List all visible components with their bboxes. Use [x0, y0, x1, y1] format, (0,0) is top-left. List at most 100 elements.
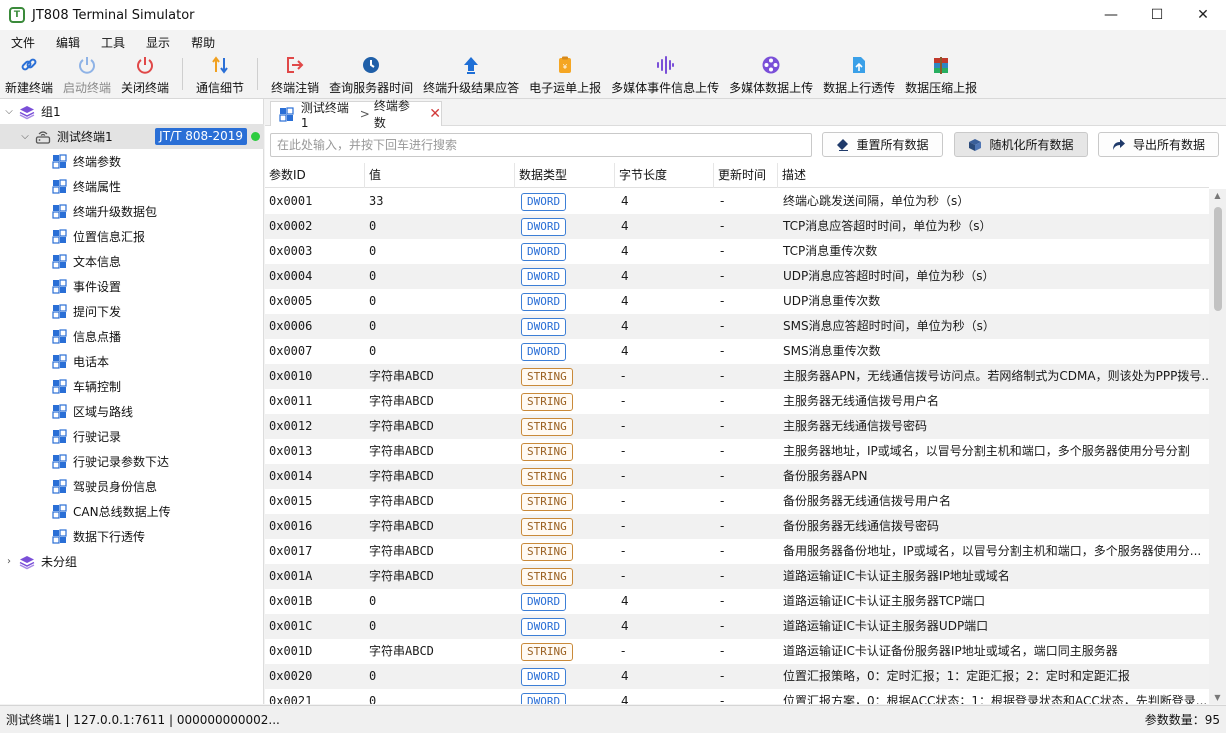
cell-value[interactable]: 0 — [365, 589, 515, 614]
tree-function-item[interactable]: 终端参数 — [0, 149, 264, 174]
table-row[interactable]: 0x0012 字符串ABCD STRING - - 主服务器无线通信拨号密码 — [265, 414, 1209, 439]
cell-value[interactable]: 字符串ABCD — [365, 364, 515, 389]
tree-group-1[interactable]: ⌵ 组1 — [0, 99, 264, 124]
close-window-button[interactable]: ✕ — [1180, 0, 1226, 30]
media-event-button[interactable]: 多媒体事件信息上传 — [606, 52, 724, 96]
table-row[interactable]: 0x0021 0 DWORD 4 - 位置汇报方案，0：根据ACC状态；1：根据登录状态和… — [265, 689, 1209, 704]
cell-value[interactable]: 33 — [365, 189, 515, 214]
cell-value[interactable]: 字符串ABCD — [365, 439, 515, 464]
tree-function-item[interactable]: 信息点播 — [0, 324, 264, 349]
cell-value[interactable]: 字符串ABCD — [365, 639, 515, 664]
logout-button[interactable]: 终端注销 — [266, 52, 324, 96]
cell-value[interactable]: 字符串ABCD — [365, 514, 515, 539]
cell-value[interactable]: 0 — [365, 239, 515, 264]
table-row[interactable]: 0x0013 字符串ABCD STRING - - 主服务器地址，IP或域名，以冒号分割主… — [265, 439, 1209, 464]
stop-terminal-button[interactable]: 关闭终端 — [116, 52, 174, 96]
table-row[interactable]: 0x0011 字符串ABCD STRING - - 主服务器无线通信拨号用户名 — [265, 389, 1209, 414]
tree-function-item[interactable]: 数据下行透传 — [0, 524, 264, 549]
comm-detail-button[interactable]: 通信细节 — [191, 52, 249, 96]
table-row[interactable]: 0x0004 0 DWORD 4 - UDP消息应答超时时间，单位为秒（s） — [265, 264, 1209, 289]
menu-tools[interactable]: 工具 — [90, 34, 135, 51]
chevron-down-icon[interactable]: ⌵ — [3, 106, 15, 117]
table-row[interactable]: 0x0015 字符串ABCD STRING - - 备份服务器无线通信拨号用户名 — [265, 489, 1209, 514]
cell-value[interactable]: 字符串ABCD — [365, 414, 515, 439]
table-row[interactable]: 0x0005 0 DWORD 4 - UDP消息重传次数 — [265, 289, 1209, 314]
cell-value[interactable]: 0 — [365, 689, 515, 704]
scroll-up-icon[interactable]: ▲ — [1209, 191, 1226, 200]
table-row[interactable]: 0x0001 33 DWORD 4 - 终端心跳发送间隔，单位为秒（s） — [265, 189, 1209, 214]
tree-function-item[interactable]: 终端升级数据包 — [0, 199, 264, 224]
search-input[interactable] — [270, 133, 812, 157]
menu-edit[interactable]: 编辑 — [45, 34, 90, 51]
chevron-down-icon[interactable]: ⌵ — [19, 131, 31, 142]
table-row[interactable]: 0x001B 0 DWORD 4 - 道路运输证IC卡认证主服务器TCP端口 — [265, 589, 1209, 614]
column-header-id[interactable]: 参数ID — [265, 163, 365, 188]
query-server-time-button[interactable]: 查询服务器时间 — [324, 52, 418, 96]
cell-value[interactable]: 0 — [365, 289, 515, 314]
cell-value[interactable]: 0 — [365, 314, 515, 339]
table-row[interactable]: 0x0007 0 DWORD 4 - SMS消息重传次数 — [265, 339, 1209, 364]
cell-value[interactable]: 0 — [365, 664, 515, 689]
randomize-all-button[interactable]: 随机化所有数据 — [954, 132, 1088, 157]
table-row[interactable]: 0x0010 字符串ABCD STRING - - 主服务器APN，无线通信拨号访问点。若… — [265, 364, 1209, 389]
minimize-button[interactable]: — — [1088, 0, 1134, 30]
cell-value[interactable]: 字符串ABCD — [365, 539, 515, 564]
new-terminal-button[interactable]: 新建终端 — [0, 52, 58, 96]
column-header-updated[interactable]: 更新时间 — [714, 163, 778, 188]
table-row[interactable]: 0x0020 0 DWORD 4 - 位置汇报策略，0：定时汇报；1：定距汇报；2：定时和… — [265, 664, 1209, 689]
table-row[interactable]: 0x0014 字符串ABCD STRING - - 备份服务器APN — [265, 464, 1209, 489]
upgrade-result-button[interactable]: 终端升级结果应答 — [418, 52, 524, 96]
tree-function-item[interactable]: 文本信息 — [0, 249, 264, 274]
tab-terminal-params[interactable]: 测试终端1 > 终端参数 ✕ — [270, 99, 442, 130]
column-header-type[interactable]: 数据类型 — [515, 163, 615, 188]
table-row[interactable]: 0x0017 字符串ABCD STRING - - 备用服务器备份地址，IP或域名，以冒号… — [265, 539, 1209, 564]
close-tab-icon[interactable]: ✕ — [429, 106, 441, 122]
tree-function-item[interactable]: 事件设置 — [0, 274, 264, 299]
column-header-value[interactable]: 值 — [365, 163, 515, 188]
tree-function-item[interactable]: 行驶记录 — [0, 424, 264, 449]
uplink-passthrough-button[interactable]: 数据上行透传 — [818, 52, 900, 96]
chevron-right-icon[interactable]: › — [3, 556, 15, 567]
cell-value[interactable]: 字符串ABCD — [365, 464, 515, 489]
waybill-report-button[interactable]: ¥ 电子运单上报 — [524, 52, 606, 96]
tree-function-item[interactable]: 车辆控制 — [0, 374, 264, 399]
menu-view[interactable]: 显示 — [135, 34, 180, 51]
tree-function-item[interactable]: 区域与路线 — [0, 399, 264, 424]
start-terminal-button[interactable]: 启动终端 — [58, 52, 116, 96]
tree-function-item[interactable]: 行驶记录参数下达 — [0, 449, 264, 474]
cell-value[interactable]: 字符串ABCD — [365, 389, 515, 414]
table-row[interactable]: 0x0003 0 DWORD 4 - TCP消息重传次数 — [265, 239, 1209, 264]
export-all-button[interactable]: 导出所有数据 — [1098, 132, 1219, 157]
maximize-button[interactable]: ☐ — [1134, 0, 1180, 30]
compress-report-button[interactable]: 数据压缩上报 — [900, 52, 982, 96]
table-row[interactable]: 0x0016 字符串ABCD STRING - - 备份服务器无线通信拨号密码 — [265, 514, 1209, 539]
table-row[interactable]: 0x001C 0 DWORD 4 - 道路运输证IC卡认证主服务器UDP端口 — [265, 614, 1209, 639]
tree-function-item[interactable]: 电话本 — [0, 349, 264, 374]
tree-function-item[interactable]: 终端属性 — [0, 174, 264, 199]
menu-help[interactable]: 帮助 — [180, 34, 225, 51]
reset-all-button[interactable]: 重置所有数据 — [822, 132, 943, 157]
tree-ungrouped[interactable]: › 未分组 — [0, 549, 264, 574]
tree-function-item[interactable]: 提问下发 — [0, 299, 264, 324]
menu-file[interactable]: 文件 — [0, 34, 45, 51]
table-row[interactable]: 0x001D 字符串ABCD STRING - - 道路运输证IC卡认证备份服务器IP地址… — [265, 639, 1209, 664]
table-row[interactable]: 0x0006 0 DWORD 4 - SMS消息应答超时时间，单位为秒（s） — [265, 314, 1209, 339]
tree-function-item[interactable]: 位置信息汇报 — [0, 224, 264, 249]
cell-value[interactable]: 0 — [365, 264, 515, 289]
scroll-down-icon[interactable]: ▼ — [1209, 693, 1226, 702]
cell-value[interactable]: 字符串ABCD — [365, 489, 515, 514]
media-data-button[interactable]: 多媒体数据上传 — [724, 52, 818, 96]
tree-terminal-item[interactable]: ⌵ 测试终端1 JT/T 808-2019 — [0, 124, 264, 149]
table-row[interactable]: 0x0002 0 DWORD 4 - TCP消息应答超时时间，单位为秒（s） — [265, 214, 1209, 239]
cell-value[interactable]: 0 — [365, 214, 515, 239]
tree-function-item[interactable]: 驾驶员身份信息 — [0, 474, 264, 499]
table-row[interactable]: 0x001A 字符串ABCD STRING - - 道路运输证IC卡认证主服务器IP地址或… — [265, 564, 1209, 589]
column-header-description[interactable]: 描述 — [778, 163, 1209, 188]
vertical-scrollbar[interactable]: ▲ ▼ — [1209, 189, 1226, 704]
column-header-length[interactable]: 字节长度 — [615, 163, 714, 188]
tree-function-item[interactable]: CAN总线数据上传 — [0, 499, 264, 524]
cell-value[interactable]: 字符串ABCD — [365, 564, 515, 589]
cell-value[interactable]: 0 — [365, 339, 515, 364]
cell-value[interactable]: 0 — [365, 614, 515, 639]
scrollbar-thumb[interactable] — [1214, 207, 1222, 311]
